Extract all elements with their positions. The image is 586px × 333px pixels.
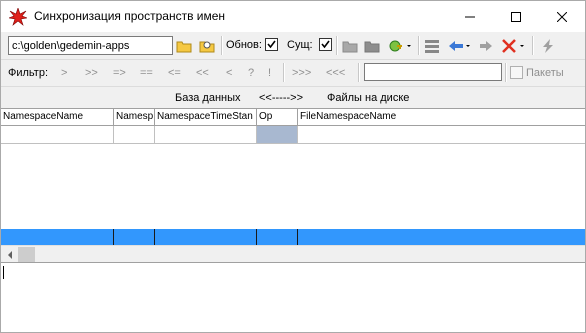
- grid-selected-row[interactable]: [1, 229, 585, 246]
- filter-gt-button[interactable]: >: [61, 67, 67, 79]
- sush-label: Сущ:: [287, 39, 313, 51]
- grid-cell[interactable]: [257, 229, 298, 246]
- filter-equal-button[interactable]: ==: [140, 67, 153, 79]
- main-toolbar: Обнов: Сущ:: [1, 32, 585, 59]
- grid-cell[interactable]: [298, 126, 585, 144]
- scroll-thumb[interactable]: [18, 247, 35, 262]
- grid-cell[interactable]: [155, 126, 257, 144]
- red-x-icon: [502, 39, 524, 53]
- delete-dropdown-button[interactable]: [501, 37, 527, 55]
- scroll-left-icon: [7, 250, 12, 259]
- arrow-left-icon: [449, 41, 470, 51]
- check-icon: [321, 40, 330, 49]
- key-refresh-icon: [389, 40, 411, 52]
- filter-arrow-left-button[interactable]: <=: [168, 67, 181, 79]
- folder-gray-2-button: [363, 37, 381, 55]
- column-header-namespace-name[interactable]: NamespaceName: [1, 109, 114, 126]
- column-header-namesp[interactable]: Namesp: [114, 109, 155, 126]
- open-folder-button[interactable]: [175, 37, 193, 55]
- sync-dropdown-button[interactable]: [387, 37, 413, 55]
- arrow-right-icon: [480, 41, 492, 51]
- namespace-grid[interactable]: NamespaceName Namesp NamespaceTimeStan O…: [1, 108, 585, 246]
- maximize-icon: [511, 11, 521, 22]
- check-icon: [267, 40, 276, 49]
- grid-cell[interactable]: [114, 126, 155, 144]
- obnov-label: Обнов:: [226, 39, 262, 51]
- title-bar: Синхронизация пространств имен: [1, 1, 585, 32]
- filter-ltltlt-button[interactable]: <<<: [326, 67, 345, 79]
- sush-checkbox[interactable]: [319, 38, 332, 51]
- folder-icon: [176, 41, 192, 53]
- horizontal-scrollbar[interactable]: [1, 245, 585, 262]
- filter-ltlt-button[interactable]: <<: [196, 67, 209, 79]
- grid-icon: [425, 40, 439, 53]
- filter-gtgt-button[interactable]: >>: [85, 67, 98, 79]
- filter-gtgtgt-button[interactable]: >>>: [292, 67, 311, 79]
- packages-label: Пакеты: [526, 67, 564, 79]
- details-textarea[interactable]: [1, 262, 585, 332]
- filter-exclaim-button[interactable]: !: [268, 67, 271, 79]
- db-caption: База данных: [175, 92, 241, 104]
- grid-cell-selected[interactable]: [257, 126, 298, 144]
- toolbar-separator: [418, 36, 420, 55]
- column-header-timestamp[interactable]: NamespaceTimeStan: [155, 109, 257, 126]
- obnov-checkbox[interactable]: [265, 38, 278, 51]
- filter-toolbar: Фильтр: > >> => == <= << < ? ! >>> <<< П…: [1, 59, 585, 86]
- packages-checkbox[interactable]: [510, 66, 523, 79]
- search-folder-button[interactable]: [198, 37, 216, 55]
- filter-arrow-right-button[interactable]: =>: [113, 67, 126, 79]
- toolbar-separator: [505, 63, 507, 82]
- grid-cell[interactable]: [1, 229, 114, 246]
- path-input[interactable]: [8, 36, 173, 55]
- grid-cell[interactable]: [1, 126, 114, 144]
- arrows-caption: <<----->>: [259, 92, 304, 104]
- lightning-icon: [543, 39, 553, 53]
- filter-lt-button[interactable]: <: [226, 67, 232, 79]
- filter-input[interactable]: [364, 63, 502, 81]
- red-star-icon: [9, 8, 27, 26]
- column-header-op[interactable]: Op: [257, 109, 298, 126]
- folder-gray-button: [341, 37, 359, 55]
- toolbar-separator: [336, 36, 338, 55]
- folder-search-icon: [199, 41, 215, 53]
- toolbar-separator: [532, 36, 534, 55]
- filter-label: Фильтр:: [8, 67, 49, 79]
- minimize-button[interactable]: [447, 1, 493, 32]
- caption-row: База данных <<----->> Файлы на диске: [1, 87, 585, 108]
- scroll-left-button[interactable]: [1, 246, 18, 263]
- toolbar-separator: [283, 63, 285, 82]
- toolbar-separator: [358, 63, 360, 82]
- grid-button: [423, 37, 441, 55]
- text-caret: [3, 266, 4, 279]
- filter-question-button[interactable]: ?: [248, 67, 254, 79]
- maximize-button[interactable]: [493, 1, 539, 32]
- arrow-right-button: [477, 37, 495, 55]
- folder-disabled-icon: [364, 41, 380, 53]
- minimize-icon: [465, 16, 475, 17]
- lightning-button: [539, 37, 557, 55]
- grid-cell[interactable]: [155, 229, 257, 246]
- window-title: Синхронизация пространств имен: [34, 9, 226, 23]
- sync-window: Синхронизация пространств имен Обнов: Су…: [0, 0, 586, 333]
- close-button[interactable]: [539, 1, 585, 32]
- arrow-left-dropdown-button[interactable]: [447, 37, 473, 55]
- grid-cell[interactable]: [114, 229, 155, 246]
- disk-caption: Файлы на диске: [327, 92, 410, 104]
- toolbar-separator: [221, 36, 223, 55]
- close-icon: [557, 11, 567, 22]
- column-header-file-namespace-name[interactable]: FileNamespaceName: [298, 109, 585, 126]
- folder-disabled-icon: [342, 41, 358, 53]
